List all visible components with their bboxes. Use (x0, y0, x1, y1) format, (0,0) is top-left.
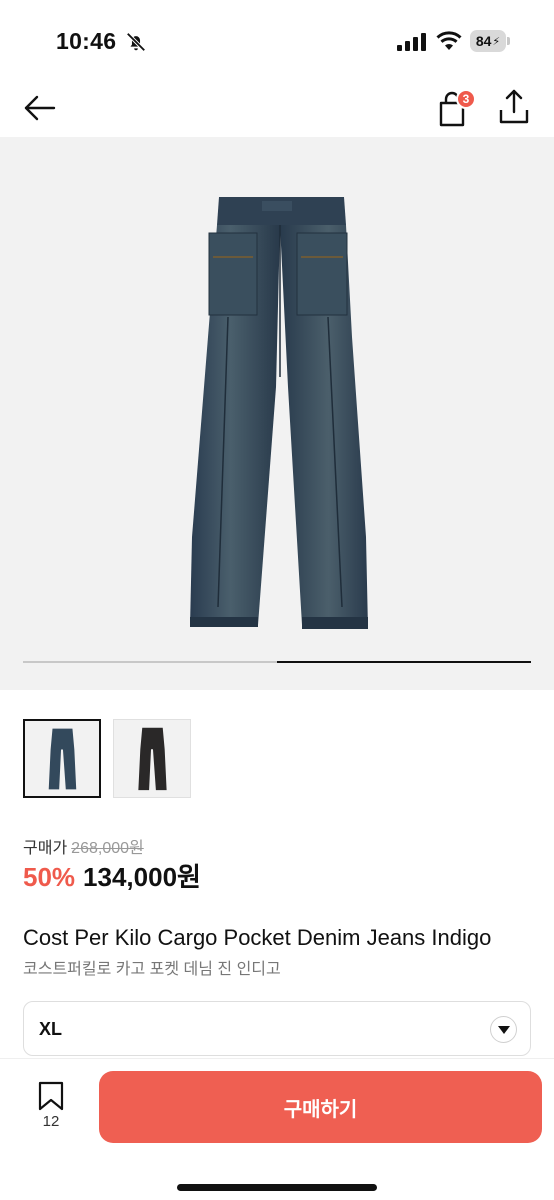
battery-icon: 84 ⚡︎ (470, 30, 510, 52)
arrow-left-icon[interactable] (22, 90, 58, 126)
gallery-progress (23, 661, 531, 663)
bookmark-button[interactable]: 12 (28, 1081, 74, 1137)
buy-button[interactable]: 구매하기 (99, 1071, 542, 1143)
thumbnail-black[interactable] (113, 719, 191, 798)
home-indicator (177, 1184, 377, 1191)
size-value: XL (39, 1019, 63, 1039)
battery-level: 84 ⚡︎ (470, 30, 506, 52)
final-price: 134,000원 (83, 862, 201, 892)
price-label: 구매가 (23, 840, 68, 857)
thumbnail-black-image (114, 720, 190, 797)
product-title: Cost Per Kilo Cargo Pocket Denim Jeans I… (23, 925, 492, 950)
wifi-icon (436, 31, 462, 50)
product-subtitle: 코스트퍼킬로 카고 포켓 데님 진 인디고 (23, 961, 281, 978)
thumbnail-strip (23, 719, 191, 799)
bookmark-icon (38, 1081, 64, 1111)
gallery-progress-fill (277, 661, 531, 663)
status-bar: 10:46 84 ⚡︎ (0, 0, 554, 80)
nav-bar: 3 (0, 80, 554, 136)
thumbnail-indigo[interactable] (23, 719, 101, 798)
discount-rate: 50% (23, 862, 76, 892)
thumbnail-indigo-image (25, 721, 99, 796)
product-image-jeans-back (190, 197, 368, 629)
cart-button[interactable]: 3 (436, 88, 480, 128)
charging-bolt: ⚡︎ (492, 35, 501, 48)
share-icon[interactable] (498, 88, 530, 126)
battery-text: 84 (475, 33, 492, 49)
chevron-down-icon (490, 1016, 517, 1043)
bookmark-count: 12 (42, 1113, 60, 1130)
price-row: 50% 134,000원 (23, 857, 201, 894)
size-select[interactable]: XL (23, 1001, 531, 1056)
signal-icon (397, 33, 426, 51)
original-price: 268,000원 (71, 840, 144, 857)
bell-slash-icon (126, 32, 146, 52)
chevron-down-glyph (497, 1025, 510, 1034)
battery-nub (507, 37, 510, 45)
cart-count-badge: 3 (456, 89, 476, 109)
status-time: 10:46 (56, 28, 117, 54)
price-label-row: 구매가 268,000원 (23, 834, 144, 858)
product-gallery[interactable] (0, 137, 554, 690)
bottom-action-bar: 12 구매하기 (0, 1058, 554, 1200)
